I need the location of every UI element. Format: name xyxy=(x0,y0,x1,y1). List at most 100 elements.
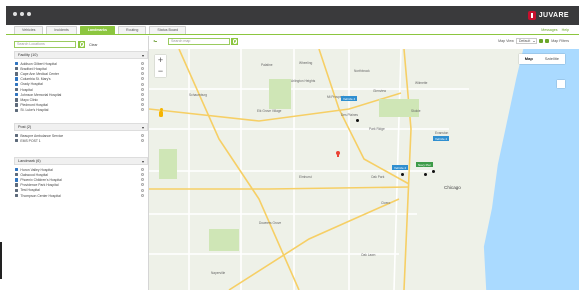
minimize-window-dot[interactable] xyxy=(20,12,24,16)
filter-icon[interactable] xyxy=(545,39,550,43)
street-view-pegman-icon[interactable] xyxy=(158,108,164,119)
landmark-marker[interactable] xyxy=(424,173,427,176)
place-label: Wilmette xyxy=(415,81,428,85)
map-filters-link[interactable]: Map Filters xyxy=(551,39,569,43)
map-canvas[interactable]: Chicago Palatine Wheeling Northbrook Gle… xyxy=(149,49,579,290)
zoom-to-location-icon[interactable] xyxy=(141,188,144,192)
tab-incidents[interactable]: Incidents xyxy=(46,26,77,34)
vehicle-marker-label[interactable]: Vehicle 4 xyxy=(341,96,358,102)
map-search-button[interactable] xyxy=(231,38,238,45)
list-item-label: Huron Valley Hospital xyxy=(20,167,53,172)
hospital-icon xyxy=(15,61,19,66)
post-list: Beaupre Ambulance Service EMS POST 1 xyxy=(14,131,148,143)
map-type-map-button[interactable]: Map xyxy=(519,54,539,64)
landmark-list: Huron Valley Hospital Oakwood Hospital Pho… xyxy=(14,165,148,198)
post-section-title: Post (2) xyxy=(18,125,32,129)
landmark-marker[interactable] xyxy=(432,170,435,173)
zoom-to-location-icon[interactable] xyxy=(141,172,144,176)
location-search-row: Search Locations Clear xyxy=(14,41,98,48)
tab-routing[interactable]: Routing xyxy=(117,26,147,34)
hospital-icon xyxy=(15,93,19,97)
help-link[interactable]: Help xyxy=(562,28,569,32)
tab-landmarks[interactable]: Landmarks xyxy=(79,26,115,34)
list-item-label: Piedmont Hospital xyxy=(20,103,48,108)
edge-marker xyxy=(0,242,2,279)
landmark-sidebar: Search Locations Clear Facility (10) Add… xyxy=(6,36,149,290)
header-links: Messages Help xyxy=(541,28,569,32)
refresh-icon[interactable] xyxy=(539,39,544,43)
zoom-in-button[interactable]: + xyxy=(155,55,166,66)
zoom-controls: + − xyxy=(155,55,166,77)
list-item-label: Johnson Memorial Hospital xyxy=(20,92,62,97)
juvare-logo-icon xyxy=(527,11,536,20)
collapse-sidebar-icon[interactable] xyxy=(153,39,157,43)
zoom-to-location-icon[interactable] xyxy=(141,66,144,70)
hospital-icon xyxy=(15,77,19,81)
place-label: Downers Grove xyxy=(259,221,282,225)
landmark-marker-label[interactable]: Navy Pier xyxy=(416,162,434,168)
list-item[interactable]: Thompson Center Hospital xyxy=(14,193,148,198)
landmark-marker[interactable] xyxy=(401,173,404,176)
zoom-to-location-icon[interactable] xyxy=(141,61,144,65)
zoom-to-location-icon[interactable] xyxy=(141,183,144,187)
zoom-to-location-icon[interactable] xyxy=(141,72,144,76)
building-icon xyxy=(15,188,19,193)
landmark-section-header[interactable]: Landmark (6) xyxy=(14,157,148,165)
brand-logo: JUVARE xyxy=(527,11,569,20)
city-label: Chicago xyxy=(444,185,461,190)
place-label: Wheeling xyxy=(299,61,313,65)
list-item[interactable]: St. Luke's Hospital xyxy=(14,108,148,113)
clear-search-link[interactable]: Clear xyxy=(89,43,98,47)
list-item-label: St. Luke's Hospital xyxy=(20,108,49,113)
location-search-button[interactable] xyxy=(78,41,85,48)
list-item[interactable]: EMS POST 1 xyxy=(14,138,148,143)
tab-vehicles[interactable]: Vehicles xyxy=(14,26,44,34)
list-item-label: Addison Gilbert Hospital xyxy=(20,61,57,66)
zoom-to-location-icon[interactable] xyxy=(141,178,144,182)
zoom-to-location-icon[interactable] xyxy=(141,193,144,197)
map-view-label: Map View xyxy=(498,39,514,43)
location-search-input[interactable]: Search Locations xyxy=(14,41,76,48)
zoom-to-location-icon[interactable] xyxy=(141,133,144,137)
map-search-input[interactable]: Search map xyxy=(168,38,230,45)
map-view-select[interactable]: Default xyxy=(515,38,538,44)
post-section-header[interactable]: Post (2) xyxy=(14,123,148,131)
map-toolbar: Search map Map View Default Map Filters xyxy=(149,36,579,49)
vehicle-marker-label[interactable]: Vehicle 2 xyxy=(392,165,409,171)
tab-status-board[interactable]: Status Board xyxy=(149,26,187,34)
maximize-window-dot[interactable] xyxy=(27,12,31,16)
zoom-to-location-icon[interactable] xyxy=(141,87,144,91)
facility-section-header[interactable]: Facility (10) xyxy=(14,51,148,59)
location-pin-icon[interactable] xyxy=(336,151,340,157)
map-view-controls: Map View Default Map Filters xyxy=(498,38,569,44)
messages-link[interactable]: Messages xyxy=(541,28,557,32)
place-label: Cicero xyxy=(381,201,391,205)
map-type-satellite-button[interactable]: Satellite xyxy=(539,54,565,64)
building-icon xyxy=(15,173,19,177)
building-icon xyxy=(15,72,19,76)
close-window-dot[interactable] xyxy=(13,12,17,16)
zoom-to-location-icon[interactable] xyxy=(141,82,144,86)
zoom-to-location-icon[interactable] xyxy=(141,167,144,171)
list-item-label: Thompson Center Hospital xyxy=(20,193,61,198)
zoom-to-location-icon[interactable] xyxy=(141,77,144,81)
vehicle-marker-label[interactable]: Vehicle 2 xyxy=(433,136,450,142)
building-icon xyxy=(15,193,19,198)
zoom-to-location-icon[interactable] xyxy=(141,138,144,142)
map-type-control: Map Satellite xyxy=(518,54,565,64)
building-icon xyxy=(15,67,19,71)
chevron-down-icon xyxy=(142,126,144,129)
zoom-to-location-icon[interactable] xyxy=(141,103,144,107)
list-item-label: EMS POST 1 xyxy=(20,138,41,143)
zoom-to-location-icon[interactable] xyxy=(141,108,144,112)
list-item-label: Cape Ann Medical Center xyxy=(20,71,60,76)
place-label: Arlington Heights xyxy=(291,79,316,83)
landmark-marker[interactable] xyxy=(356,119,359,122)
building-icon xyxy=(15,87,19,92)
zoom-to-location-icon[interactable] xyxy=(141,92,144,96)
zoom-out-button[interactable]: − xyxy=(155,66,166,77)
zoom-to-location-icon[interactable] xyxy=(141,98,144,102)
hospital-icon xyxy=(15,167,19,172)
fullscreen-icon[interactable] xyxy=(557,80,565,88)
list-item-label: Mayo Clinic xyxy=(20,97,38,102)
